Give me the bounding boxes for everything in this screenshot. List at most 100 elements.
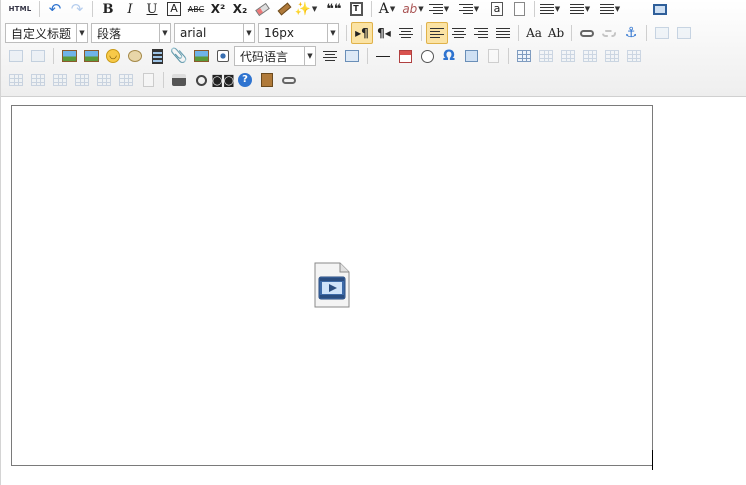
emotion-button[interactable]: ◡ — [102, 45, 124, 67]
smiley-icon: ◡ — [106, 49, 120, 63]
scrawl-button[interactable] — [124, 45, 146, 67]
ordered-list-button[interactable]: ▼ — [428, 0, 450, 20]
insert-table-button[interactable] — [513, 45, 535, 67]
omega-icon: Ω — [443, 48, 455, 64]
blockquote-button[interactable]: ❝❝ — [323, 0, 345, 20]
drafts-button[interactable] — [256, 69, 278, 91]
merge-down-button[interactable] — [71, 69, 93, 91]
delete-col-button[interactable] — [5, 69, 27, 91]
image-none-button[interactable] — [651, 22, 673, 44]
bold-button[interactable]: B — [97, 0, 119, 20]
delete-row-button[interactable] — [601, 45, 623, 67]
image-center-button[interactable] — [27, 45, 49, 67]
special-chars-button[interactable]: Ω — [438, 45, 460, 67]
link-button[interactable] — [576, 22, 598, 44]
insert-caption-button[interactable] — [557, 45, 579, 67]
attachment-button[interactable]: 📎 — [168, 45, 190, 67]
align-center-button[interactable] — [448, 22, 470, 44]
case-lower-button[interactable]: Ab — [545, 22, 567, 44]
undo-icon: ↶ — [48, 0, 62, 18]
webapp-button[interactable] — [212, 45, 234, 67]
align-right-button[interactable] — [470, 22, 492, 44]
image-right-button[interactable] — [5, 45, 27, 67]
insert-image-button[interactable] — [80, 45, 102, 67]
preview-button[interactable] — [190, 69, 212, 91]
paste-plain-button[interactable]: T — [345, 0, 367, 20]
rtl-direction-button[interactable]: ¶◂ — [373, 22, 395, 44]
undo-button[interactable]: ↶ — [44, 0, 66, 20]
document-icon — [513, 2, 525, 16]
chevron-down-icon: ▼ — [159, 24, 170, 42]
image-left-button[interactable] — [673, 22, 695, 44]
align-left-button[interactable] — [426, 22, 448, 44]
search-replace-button[interactable]: ◙◙ — [211, 69, 234, 91]
font-border-button[interactable]: A — [163, 0, 185, 20]
line-height-button[interactable]: ▼ — [599, 0, 621, 20]
delete-table-button[interactable] — [535, 45, 557, 67]
italic-icon: I — [127, 1, 133, 17]
template-button[interactable] — [341, 45, 363, 67]
chart-button[interactable] — [137, 69, 159, 91]
insert-date-button[interactable] — [394, 45, 416, 67]
help-button[interactable]: ? — [234, 69, 256, 91]
custom-title-select[interactable]: 自定义标题 ▼ — [5, 23, 88, 43]
map-button[interactable] — [460, 45, 482, 67]
split-to-cols-button[interactable] — [115, 69, 137, 91]
insert-col-button[interactable] — [623, 45, 645, 67]
insert-time-button[interactable] — [416, 45, 438, 67]
horizontal-rule-button[interactable] — [372, 45, 394, 67]
page-break-button[interactable] — [319, 45, 341, 67]
unordered-list-button[interactable]: ▼ — [458, 0, 480, 20]
insert-frame-button[interactable] — [190, 45, 212, 67]
ltr-direction-button[interactable]: ▸¶ — [351, 22, 373, 44]
insert-col-icon — [627, 50, 641, 62]
code-language-select[interactable]: 代码语言 ▼ — [234, 46, 316, 66]
word-icon — [487, 49, 499, 63]
paste-text-icon: T — [349, 2, 363, 16]
eraser-icon — [254, 2, 270, 16]
autoformat-button[interactable]: ✨ ▼ — [295, 0, 318, 20]
word-image-button[interactable]: a — [486, 0, 508, 20]
separator — [92, 1, 93, 17]
merge-cells-icon — [31, 74, 45, 86]
italic-button[interactable]: I — [119, 0, 141, 20]
new-document-button[interactable] — [508, 0, 530, 20]
superscript-button[interactable]: X² — [207, 0, 229, 20]
font-family-select[interactable]: arial ▼ — [174, 23, 255, 43]
format-painter-button[interactable] — [273, 0, 295, 20]
redo-button[interactable]: ↷ — [66, 0, 88, 20]
font-size-select[interactable]: 16px ▼ — [258, 23, 339, 43]
paragraph-select[interactable]: 段落 ▼ — [91, 23, 171, 43]
underline-button[interactable]: U — [141, 0, 163, 20]
eraser-button[interactable] — [251, 0, 273, 20]
case-upper-button[interactable]: Aa — [523, 22, 545, 44]
backcolor-icon: ab — [402, 2, 418, 16]
merge-cells-button[interactable] — [27, 69, 49, 91]
spacing-bottom-icon — [569, 3, 584, 15]
indent-button[interactable] — [395, 22, 417, 44]
strikethrough-button[interactable]: ABC — [185, 0, 207, 20]
editor-content-area[interactable] — [11, 105, 653, 466]
toolbar-row-2: 自定义标题 ▼ 段落 ▼ arial ▼ 16px ▼ ▸¶ ¶◂ Aa Ab ⚓ — [5, 22, 695, 44]
paragraph-spacing-bottom-button[interactable]: ▼ — [569, 0, 591, 20]
source-html-button[interactable]: HTML — [5, 0, 35, 20]
word-count-button[interactable] — [482, 45, 504, 67]
insert-video-button[interactable] — [146, 45, 168, 67]
clipboard-icon — [261, 73, 273, 87]
print-button[interactable] — [168, 69, 190, 91]
rtl-icon: ¶◂ — [377, 26, 391, 40]
anchor-button[interactable]: ⚓ — [620, 22, 642, 44]
unlink-button[interactable] — [598, 22, 620, 44]
merge-right-button[interactable] — [49, 69, 71, 91]
split-to-rows-button[interactable] — [93, 69, 115, 91]
simple-upload-button[interactable] — [58, 45, 80, 67]
fullscreen-button[interactable] — [649, 0, 671, 20]
paragraph-spacing-top-button[interactable]: ▼ — [539, 0, 561, 20]
subscript-button[interactable]: X₂ — [229, 0, 251, 20]
backcolor-button[interactable]: ab ▼ — [402, 0, 424, 20]
unlink-icon — [602, 29, 616, 37]
forecolor-button[interactable]: A ▼ — [376, 0, 398, 20]
insert-row-button[interactable] — [579, 45, 601, 67]
align-justify-button[interactable] — [492, 22, 514, 44]
link-extra-button[interactable] — [278, 69, 300, 91]
